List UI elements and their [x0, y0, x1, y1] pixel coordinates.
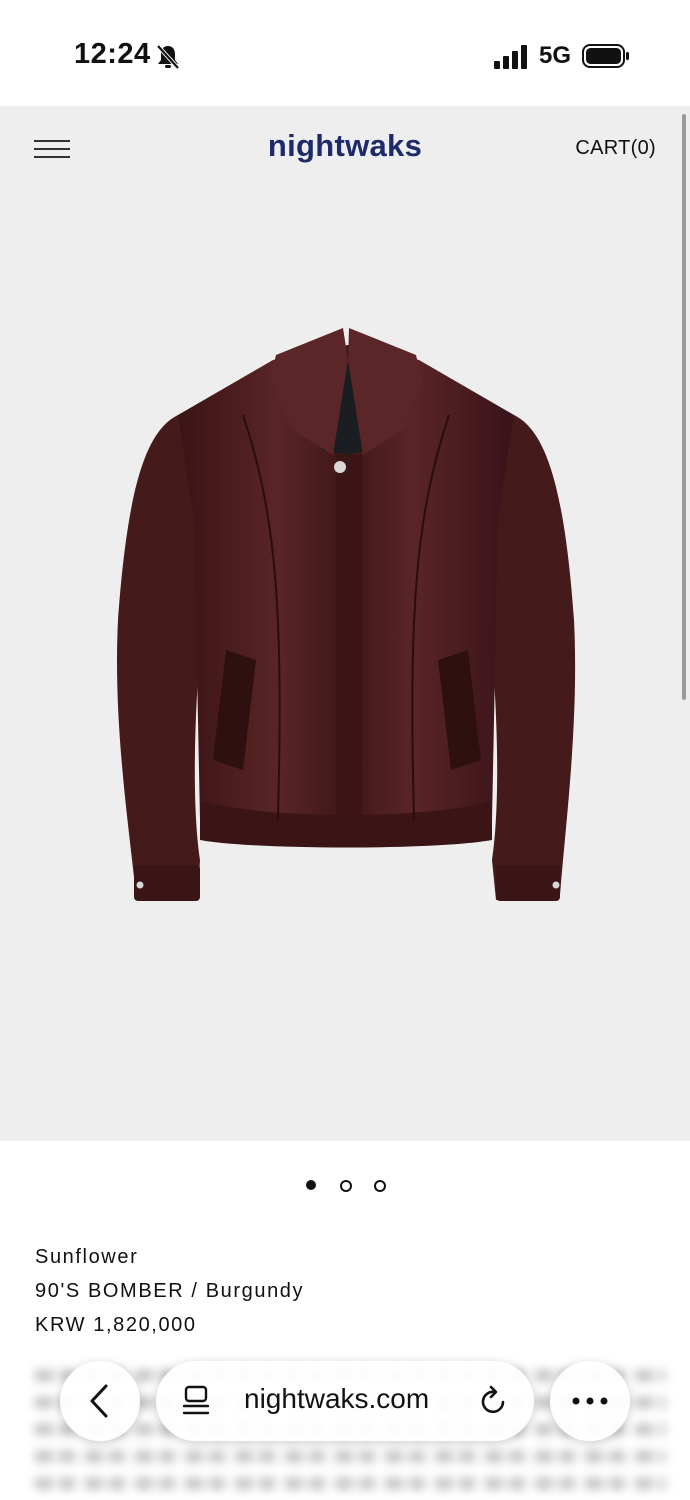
bell-slash-icon	[156, 44, 180, 70]
more-button[interactable]	[550, 1361, 630, 1441]
carousel-dot-1[interactable]	[306, 1180, 316, 1190]
back-chevron-icon	[90, 1384, 108, 1418]
battery-icon	[582, 44, 629, 68]
product-price: KRW 1,820,000	[35, 1314, 197, 1336]
signal-icon	[494, 45, 527, 69]
tabs-icon[interactable]	[182, 1385, 210, 1417]
product-info: Sunflower 90'S BOMBER / Burgundy KRW 1,8…	[35, 1240, 304, 1342]
cart-link[interactable]: CART(0)	[575, 137, 656, 160]
product-image[interactable]	[108, 320, 584, 910]
scrollbar[interactable]	[682, 114, 686, 700]
network-label: 5G	[539, 42, 572, 69]
carousel-dots[interactable]	[305, 1178, 395, 1192]
more-icon	[572, 1397, 608, 1405]
back-button[interactable]	[60, 1361, 140, 1441]
address-bar[interactable]: nightwaks.com	[156, 1361, 534, 1441]
url-text[interactable]: nightwaks.com	[244, 1383, 429, 1415]
carousel-dot-2[interactable]	[340, 1180, 352, 1192]
status-time: 12:24	[74, 38, 151, 70]
status-bar: 12:24 5G	[0, 0, 690, 106]
reload-icon[interactable]	[478, 1385, 510, 1417]
carousel-dot-3[interactable]	[374, 1180, 386, 1192]
product-name: 90'S BOMBER / Burgundy	[35, 1280, 305, 1302]
product-brand: Sunflower	[35, 1246, 139, 1268]
